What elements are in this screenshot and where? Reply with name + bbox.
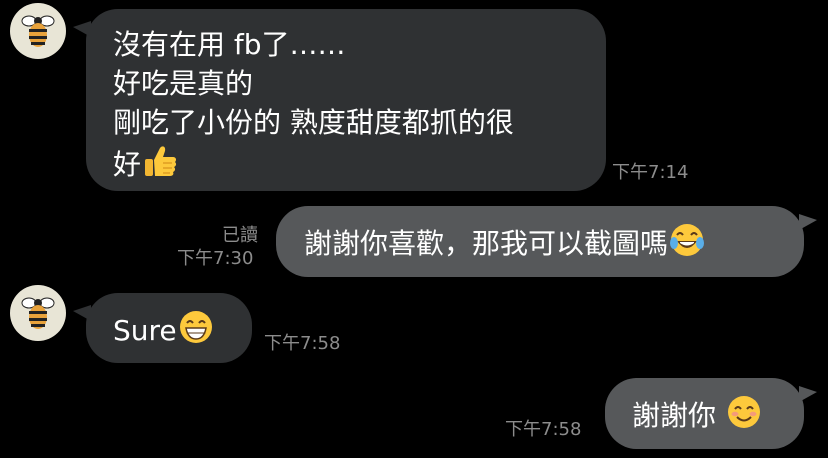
message-text: 謝謝你 <box>632 399 717 432</box>
outgoing-message-bubble[interactable]: 謝謝你喜歡，那我可以截圖嗎 <box>276 206 817 277</box>
tears-of-joy-emoji-icon <box>668 221 706 259</box>
incoming-message-bubble[interactable]: 沒有在用 fb了…… 好吃是真的 剛吃了小份的 熟度甜度都抓的很 好 <box>73 9 606 191</box>
message-text-line: 好吃是真的 <box>113 67 254 100</box>
smiling-emoji-icon <box>725 393 763 431</box>
contact-avatar[interactable] <box>10 3 66 59</box>
message-timestamp: 下午7:58 <box>264 333 341 354</box>
thumbs-up-emoji-icon <box>141 142 179 180</box>
incoming-message-bubble[interactable]: Sure <box>73 293 252 363</box>
message-timestamp: 下午7:58 <box>505 419 582 440</box>
message-text-line: 沒有在用 fb了…… <box>113 28 346 61</box>
message-text-line: 剛吃了小份的 熟度甜度都抓的很 <box>113 106 514 139</box>
message-text: 謝謝你喜歡，那我可以截圖嗎 <box>304 227 669 260</box>
contact-avatar[interactable] <box>10 285 66 341</box>
outgoing-message-bubble[interactable]: 謝謝你 <box>605 378 817 449</box>
bee-icon <box>21 297 55 329</box>
message-text: Sure <box>113 314 177 347</box>
grinning-emoji-icon <box>177 308 215 346</box>
message-timestamp: 下午7:30 <box>177 248 254 269</box>
message-timestamp: 下午7:14 <box>612 162 689 183</box>
read-receipt: 已讀 <box>222 225 258 246</box>
bee-icon <box>21 15 55 47</box>
message-text-line: 好 <box>113 148 142 181</box>
